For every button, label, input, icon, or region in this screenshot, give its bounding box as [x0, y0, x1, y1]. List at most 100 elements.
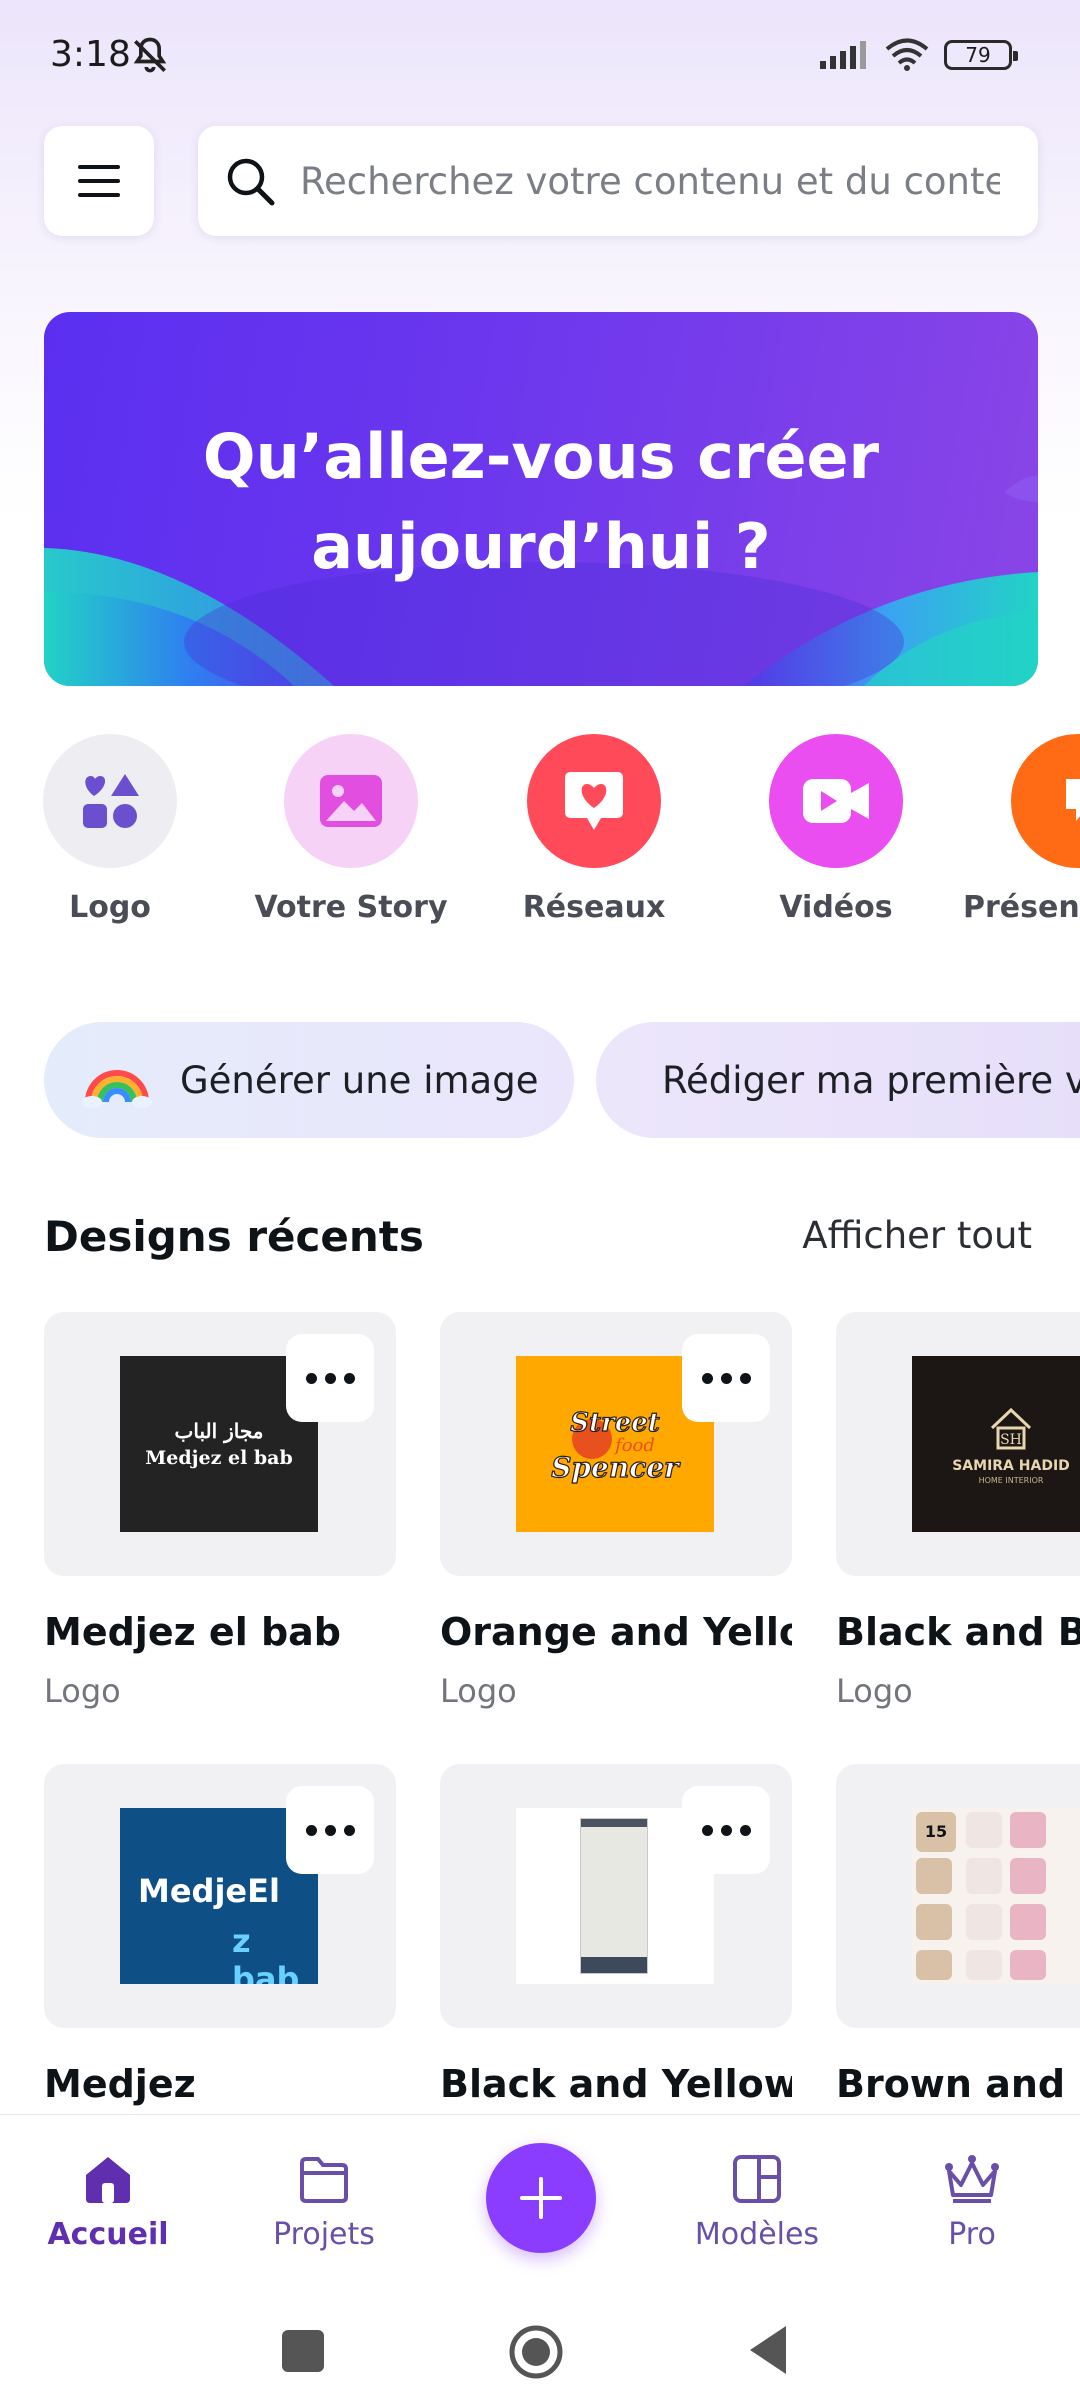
home-icon [86, 2157, 130, 2203]
nav-projects[interactable]: Projets [244, 2153, 404, 2252]
phone-mockup [580, 1818, 648, 1974]
hero-title-line1: Qu’allez-vous créer [202, 420, 880, 493]
search-bar[interactable] [198, 126, 1038, 236]
more-options-button[interactable] [682, 1786, 770, 1874]
artwork-text: MedjeEl [138, 1872, 280, 1910]
design-card[interactable]: 15 Brown and Pink... [836, 1764, 1080, 2106]
crown-icon [945, 2155, 999, 2203]
nav-label: Accueil [47, 2217, 169, 2252]
search-input[interactable] [300, 159, 1000, 203]
nav-label: Pro [948, 2217, 996, 2252]
category-label: Votre Story [254, 890, 448, 925]
hero-title: Qu’allez-vous créer aujourd’hui ? [44, 412, 1038, 592]
svg-text:Street: Street [570, 1408, 660, 1438]
house-logo-icon: SH [990, 1407, 1032, 1449]
design-thumbnail[interactable]: Street food Spencer [440, 1312, 792, 1576]
design-thumbnail[interactable]: SH SAMIRA HADID HOME INTERIOR [836, 1312, 1080, 1576]
bottom-navigation: Accueil Projets Modèles Pro [0, 2114, 1080, 2280]
nav-label: Projets [273, 2217, 375, 2252]
recent-designs-title: Designs récents [44, 1212, 424, 1261]
design-title: Medjez el bab [44, 1610, 342, 1654]
design-type: Logo [44, 1672, 121, 1710]
presentation-icon [1011, 734, 1080, 868]
menu-button[interactable] [44, 126, 154, 236]
image-icon [284, 734, 418, 868]
artwork-text-arabic: مجاز الباب [174, 1419, 264, 1443]
plus-icon [520, 2177, 562, 2219]
see-all-link[interactable]: Afficher tout [802, 1214, 1032, 1257]
create-button[interactable] [486, 2143, 596, 2253]
category-logo[interactable]: Logo [0, 734, 225, 925]
design-type: Logo [440, 1672, 517, 1710]
icon-set-artwork: 15 [912, 1808, 1080, 1984]
artwork-number: 15 [916, 1812, 956, 1852]
design-type: Logo [836, 1672, 913, 1710]
write-first-draft-button[interactable]: Rédiger ma première version [596, 1022, 1080, 1138]
artwork-text: Medjez el bab [145, 1447, 293, 1469]
category-label: Réseaux [522, 890, 666, 925]
nav-label: Modèles [694, 2217, 820, 2252]
design-card[interactable]: Black and Yellow ... [440, 1764, 792, 2106]
design-card[interactable]: Street food Spencer Orange and Yello... … [440, 1312, 792, 1710]
street-food-logo: Street food Spencer [551, 1407, 682, 1484]
generate-image-button[interactable]: Générer une image [44, 1022, 574, 1138]
design-title: Black and Yellow ... [440, 2062, 792, 2106]
heart-chat-icon [527, 734, 661, 868]
design-thumbnail[interactable] [440, 1764, 792, 2028]
more-options-button[interactable] [286, 1786, 374, 1874]
design-thumbnail[interactable]: MedjeEl z bab [44, 1764, 396, 2028]
design-thumbnail[interactable]: مجاز الباب Medjez el bab [44, 1312, 396, 1576]
back-icon[interactable] [746, 2324, 790, 2376]
artwork-text: SAMIRA HADID [952, 1457, 1070, 1474]
nav-home[interactable]: Accueil [28, 2153, 188, 2252]
search-icon [227, 158, 275, 206]
pill-label: Générer une image [180, 1058, 539, 1102]
more-options-button[interactable] [682, 1334, 770, 1422]
logo-artwork: SH SAMIRA HADID HOME INTERIOR [912, 1356, 1080, 1532]
wifi-icon [885, 38, 929, 71]
bell-muted-icon [133, 37, 167, 73]
shapes-icon [43, 734, 177, 868]
templates-icon [733, 2155, 781, 2203]
design-title: Brown and Pink... [836, 2062, 1080, 2106]
recents-button[interactable] [282, 2330, 324, 2372]
home-circle-icon[interactable] [506, 2322, 566, 2382]
status-bar: 3:18 79 [0, 0, 1080, 118]
category-label: Présentations [963, 890, 1080, 925]
design-type-shortcuts: Logo Votre Story Réseaux Vidéos Présen [0, 734, 1080, 944]
design-title: Orange and Yello... [440, 1610, 792, 1654]
svg-text:SH: SH [1000, 1432, 1022, 1448]
artwork-subtext: HOME INTERIOR [978, 1475, 1044, 1485]
category-videos[interactable]: Vidéos [721, 734, 951, 925]
hero-title-line2: aujourd’hui ? [311, 510, 771, 583]
status-time: 3:18 [50, 34, 131, 75]
design-card[interactable]: مجاز الباب Medjez el bab Medjez el bab L… [44, 1312, 396, 1710]
category-presentations[interactable]: Présentations [963, 734, 1080, 925]
category-social[interactable]: Réseaux [479, 734, 709, 925]
nav-pro[interactable]: Pro [892, 2153, 1052, 2252]
hero-banner[interactable]: Qu’allez-vous créer aujourd’hui ? [44, 312, 1038, 686]
folder-icon [300, 2157, 348, 2203]
video-camera-icon [769, 734, 903, 868]
svg-text:Spencer: Spencer [551, 1451, 681, 1484]
recent-designs-grid: مجاز الباب Medjez el bab Medjez el bab L… [0, 1312, 1080, 2112]
pill-label: Rédiger ma première version [662, 1058, 1080, 1102]
category-label: Logo [69, 890, 151, 925]
design-thumbnail[interactable]: 15 [836, 1764, 1080, 2028]
design-title: Black and Brown... [836, 1610, 1080, 1654]
category-label: Vidéos [779, 890, 893, 925]
rainbow-icon [82, 1070, 152, 1108]
battery-level: 79 [965, 43, 991, 67]
battery-indicator: 79 [944, 40, 1018, 70]
design-card[interactable]: MedjeEl z bab Medjez [44, 1764, 396, 2106]
more-options-button[interactable] [286, 1334, 374, 1422]
signal-icon [820, 41, 866, 69]
artwork-text-second: z bab [232, 1922, 300, 1984]
nav-templates[interactable]: Modèles [677, 2153, 837, 2252]
system-navigation-bar [0, 2280, 1080, 2400]
design-card[interactable]: SH SAMIRA HADID HOME INTERIOR Black and … [836, 1312, 1080, 1710]
design-title: Medjez [44, 2062, 196, 2106]
category-story[interactable]: Votre Story [236, 734, 466, 925]
hamburger-icon [78, 165, 120, 197]
ai-actions: Générer une image Rédiger ma première ve… [0, 1022, 1080, 1138]
